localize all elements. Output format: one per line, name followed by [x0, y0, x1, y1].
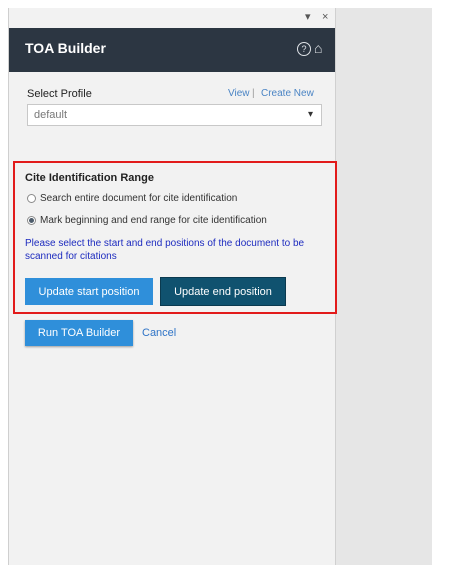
update-end-position-button[interactable]: Update end position	[161, 278, 285, 305]
document-area	[335, 8, 432, 565]
help-icon[interactable]: ?	[297, 42, 311, 56]
create-new-profile-link[interactable]: Create New	[261, 88, 314, 99]
view-profile-link[interactable]: View	[228, 88, 250, 99]
chevron-down-icon[interactable]: ▾	[308, 109, 313, 120]
close-icon[interactable]: ×	[322, 10, 328, 24]
radio-mark-range-label[interactable]: Mark beginning and end range for cite id…	[40, 215, 267, 226]
radio-search-entire[interactable]	[27, 194, 36, 203]
radio-mark-range[interactable]	[27, 216, 36, 225]
pane-title-strip: ▾ ×	[9, 8, 335, 28]
update-start-position-button[interactable]: Update start position	[25, 278, 153, 305]
home-icon[interactable]: ⌂	[314, 40, 322, 56]
profile-select[interactable]: default ▾	[27, 104, 322, 126]
app-title: TOA Builder	[25, 40, 106, 56]
task-pane: ▾ × TOA Builder ? ⌂ Select Profile View …	[8, 8, 337, 565]
cancel-link[interactable]: Cancel	[142, 327, 176, 339]
cite-range-title: Cite Identification Range	[25, 172, 154, 184]
pane-options-icon[interactable]: ▾	[305, 10, 311, 24]
range-instruction-note: Please select the start and end position…	[25, 238, 305, 262]
radio-search-entire-label[interactable]: Search entire document for cite identifi…	[40, 193, 237, 204]
run-toa-builder-button[interactable]: Run TOA Builder	[25, 320, 133, 346]
cite-identification-range-section: Cite Identification Range Search entire …	[13, 161, 337, 314]
profile-select-value: default	[34, 109, 68, 121]
select-profile-label: Select Profile	[27, 88, 92, 100]
app-header: TOA Builder ? ⌂	[9, 28, 335, 72]
link-separator: |	[252, 88, 255, 99]
